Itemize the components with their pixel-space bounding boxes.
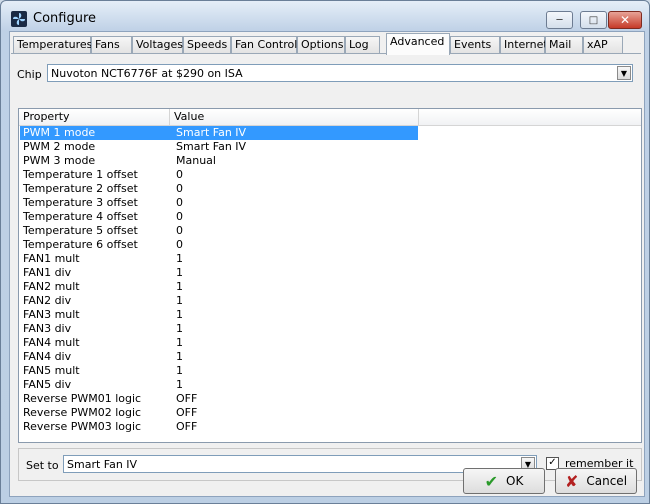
tab-events[interactable]: Events — [450, 36, 500, 53]
property-value: 1 — [176, 350, 183, 363]
property-value: Smart Fan IV — [176, 140, 247, 153]
ok-button[interactable]: ✔ OK — [463, 468, 545, 494]
property-value: 1 — [176, 280, 183, 293]
property-name: PWM 1 mode — [23, 126, 96, 139]
property-list[interactable]: Property Value PWM 1 mode Smart Fan IV PWM… — [18, 108, 642, 443]
configure-window: Configure ─ □ ✕ Temperatures Fans Voltag… — [0, 0, 650, 504]
property-name: Temperature 1 offset — [23, 168, 138, 181]
check-icon: ✔ — [484, 471, 499, 491]
minimize-icon: ─ — [556, 14, 563, 26]
tab-fans[interactable]: Fans — [91, 36, 132, 53]
tab-internet[interactable]: Internet — [500, 36, 548, 53]
property-value: Smart Fan IV — [176, 126, 247, 139]
property-name: PWM 3 mode — [23, 154, 96, 167]
property-name: Temperature 6 offset — [23, 238, 138, 251]
property-name: Reverse PWM03 logic — [23, 420, 142, 433]
property-value: 0 — [176, 182, 183, 195]
cancel-button[interactable]: ✘ Cancel — [555, 468, 637, 494]
property-value: Manual — [176, 154, 216, 167]
column-header-value[interactable]: Value — [170, 109, 419, 125]
property-value: 1 — [176, 322, 183, 335]
ok-label: OK — [506, 474, 524, 488]
tab-fan-control[interactable]: Fan Control — [231, 36, 297, 53]
maximize-button[interactable]: □ — [580, 11, 607, 29]
tab-temperatures[interactable]: Temperatures — [13, 36, 92, 53]
property-value: 1 — [176, 308, 183, 321]
property-name: Temperature 5 offset — [23, 224, 138, 237]
property-name: FAN5 mult — [23, 364, 80, 377]
tab-speeds[interactable]: Speeds — [183, 36, 231, 53]
dialog-content: Temperatures Fans Voltages Speeds Fan Co… — [9, 31, 645, 497]
chevron-down-icon[interactable]: ▼ — [617, 66, 631, 80]
fan-app-icon — [11, 11, 27, 27]
property-name: FAN2 div — [23, 294, 72, 307]
property-name: FAN1 mult — [23, 252, 80, 265]
chip-select[interactable]: Nuvoton NCT6776F at $290 on ISA ▼ — [47, 64, 633, 82]
property-name: FAN3 div — [23, 322, 72, 335]
property-name: Reverse PWM02 logic — [23, 406, 142, 419]
property-value: 0 — [176, 210, 183, 223]
property-value: 1 — [176, 378, 183, 391]
checkmark-icon: ✓ — [548, 457, 557, 468]
tab-strip: Temperatures Fans Voltages Speeds Fan Co… — [11, 33, 641, 55]
set-to-bar: Set to Smart Fan IV ▼ ✓ remember it — [18, 448, 642, 481]
property-value: 1 — [176, 364, 183, 377]
property-value: 0 — [176, 224, 183, 237]
close-button[interactable]: ✕ — [608, 11, 642, 29]
property-value: OFF — [176, 406, 198, 419]
property-name: FAN2 mult — [23, 280, 80, 293]
maximize-icon: □ — [588, 14, 599, 26]
property-name: FAN4 div — [23, 350, 72, 363]
property-value: 0 — [176, 238, 183, 251]
property-name: FAN3 mult — [23, 308, 80, 321]
property-value: 0 — [176, 168, 183, 181]
property-value: 0 — [176, 196, 183, 209]
window-title: Configure — [33, 11, 97, 26]
property-name: Temperature 4 offset — [23, 210, 138, 223]
chip-label: Chip — [17, 68, 42, 81]
advanced-panel: Chip Nuvoton NCT6776F at $290 on ISA ▼ P… — [11, 53, 642, 481]
close-icon: ✕ — [619, 13, 631, 27]
tab-mail[interactable]: Mail — [545, 36, 583, 53]
column-header-property[interactable]: Property — [19, 109, 170, 125]
property-value: 1 — [176, 294, 183, 307]
tab-options[interactable]: Options — [297, 36, 345, 53]
property-name: PWM 2 mode — [23, 140, 96, 153]
tab-log[interactable]: Log — [345, 36, 380, 53]
property-name: Temperature 2 offset — [23, 182, 138, 195]
property-value: 1 — [176, 252, 183, 265]
chip-select-value: Nuvoton NCT6776F at $290 on ISA — [51, 67, 243, 80]
property-value: OFF — [176, 392, 198, 405]
property-value: 1 — [176, 266, 183, 279]
property-name: Temperature 3 offset — [23, 196, 138, 209]
tab-advanced[interactable]: Advanced — [386, 33, 450, 55]
property-value: OFF — [176, 420, 198, 433]
property-name: FAN5 div — [23, 378, 72, 391]
property-value: 1 — [176, 336, 183, 349]
property-name: FAN1 div — [23, 266, 72, 279]
cancel-label: Cancel — [586, 474, 628, 488]
property-name: Reverse PWM01 logic — [23, 392, 142, 405]
list-header: Property Value — [19, 109, 641, 126]
x-icon: ✘ — [564, 471, 579, 491]
property-name: FAN4 mult — [23, 336, 80, 349]
minimize-button[interactable]: ─ — [546, 11, 573, 29]
set-to-label: Set to — [26, 459, 59, 472]
set-to-value: Smart Fan IV — [67, 458, 138, 471]
list-row[interactable]: PWM 1 mode Smart Fan IV — [20, 126, 418, 140]
tab-xap[interactable]: xAP — [583, 36, 623, 53]
title-bar[interactable]: Configure ─ □ ✕ — [1, 1, 649, 31]
tab-voltages[interactable]: Voltages — [132, 36, 183, 53]
